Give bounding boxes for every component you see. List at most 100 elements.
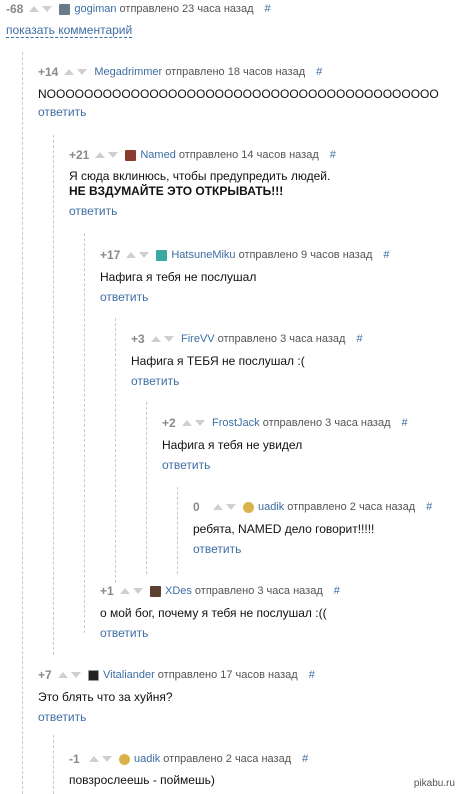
comment-author[interactable]: Named <box>140 149 175 161</box>
show-comments-link[interactable]: показать комментарий <box>6 23 133 38</box>
downvote-icon[interactable] <box>133 588 143 594</box>
upvote-icon[interactable] <box>126 252 137 258</box>
avatar[interactable] <box>88 669 99 681</box>
comment-header: +14 Megadrimmer отправлено 18 часов наза… <box>38 64 439 80</box>
comment-timestamp: отправлено 18 часов назад <box>165 66 306 78</box>
comment-timestamp: отправлено 9 часов назад <box>238 249 373 261</box>
thread-guide <box>146 402 147 574</box>
comment-timestamp: отправлено 17 часов назад <box>157 669 298 681</box>
comment-header: 0 uadik отправлено 2 часа назад # <box>193 499 432 515</box>
downvote-icon[interactable] <box>77 69 88 75</box>
comment: +1 XDes отправлено 3 часа назад # о мой … <box>100 583 340 640</box>
upvote-icon[interactable] <box>120 588 130 594</box>
avatar[interactable] <box>150 585 161 597</box>
comment: +2 FrostJack отправлено 3 часа назад # Н… <box>162 415 408 472</box>
reply-link[interactable]: ответить <box>162 458 408 472</box>
comment: +3 FireVV отправлено 3 часа назад # Нафи… <box>131 331 363 388</box>
avatar[interactable] <box>119 753 130 765</box>
comment-timestamp: отправлено 3 часа назад <box>262 417 391 429</box>
comment-author[interactable]: FrostJack <box>212 417 260 429</box>
comment-rating: +1 <box>100 584 114 598</box>
downvote-icon[interactable] <box>164 336 174 342</box>
comment-permalink[interactable]: # <box>356 333 362 345</box>
comment-permalink[interactable]: # <box>330 149 336 161</box>
avatar[interactable] <box>243 501 254 513</box>
comment: +17 HatsuneMiku отправлено 9 часов назад… <box>100 247 389 304</box>
thread-guide <box>177 487 178 574</box>
downvote-icon[interactable] <box>195 420 205 426</box>
reply-link[interactable]: ответить <box>38 710 315 724</box>
comment-text: Я сюда вклинюсь, чтобы предупредить люде… <box>69 169 336 199</box>
comment-rating: +3 <box>131 332 145 346</box>
comment-rating: +7 <box>38 668 52 682</box>
comment-rating: -1 <box>69 752 80 766</box>
comment-timestamp: отправлено 3 часа назад <box>217 333 346 345</box>
comment-author[interactable]: Megadrimmer <box>94 66 162 78</box>
comment-rating: +14 <box>38 65 59 79</box>
comment-author[interactable]: HatsuneMiku <box>171 249 235 261</box>
avatar[interactable] <box>156 249 168 261</box>
comment-header: +21 Named отправлено 14 часов назад # <box>69 147 336 163</box>
comment-permalink[interactable]: # <box>265 3 271 15</box>
comment-timestamp: отправлено 23 часа назад <box>119 3 254 15</box>
avatar[interactable] <box>125 149 137 161</box>
comment-timestamp: отправлено 3 часа назад <box>194 585 323 597</box>
comment-header: +17 HatsuneMiku отправлено 9 часов назад… <box>100 247 389 263</box>
downvote-icon[interactable] <box>139 252 150 258</box>
comment-header: +1 XDes отправлено 3 часа назад # <box>100 583 340 599</box>
reply-link[interactable]: ответить <box>100 626 340 640</box>
reply-link[interactable]: ответить <box>38 105 439 119</box>
comment-author[interactable]: uadik <box>134 753 160 765</box>
avatar[interactable] <box>59 3 71 15</box>
comment-author[interactable]: Vitaliander <box>103 669 155 681</box>
comment-header: +3 FireVV отправлено 3 часа назад # <box>131 331 363 347</box>
comment-author[interactable]: gogiman <box>74 3 116 15</box>
comment-header: -68 gogiman отправлено 23 часа назад # <box>6 1 271 17</box>
comment-author[interactable]: FireVV <box>181 333 215 345</box>
downvote-icon[interactable] <box>108 152 119 158</box>
comment-rating: +2 <box>162 416 176 430</box>
comment-permalink[interactable]: # <box>309 669 315 681</box>
comment-permalink[interactable]: # <box>402 417 408 429</box>
comment-text: NOOOOOOOOOOOOOOOOOOOOOOOOOOOOOOOOOOOOOOO… <box>38 87 439 101</box>
downvote-icon[interactable] <box>226 504 236 510</box>
comment-author[interactable]: uadik <box>258 501 284 513</box>
comment-permalink[interactable]: # <box>302 753 308 765</box>
upvote-icon[interactable] <box>151 336 161 342</box>
comment-rating: +21 <box>69 148 90 162</box>
reply-link[interactable]: ответить <box>69 204 336 218</box>
comment-rating: -68 <box>6 2 24 16</box>
reply-link[interactable]: ответить <box>193 542 432 556</box>
upvote-icon[interactable] <box>182 420 192 426</box>
upvote-icon[interactable] <box>64 69 75 75</box>
comment: +7 Vitaliander отправлено 17 часов назад… <box>38 667 315 724</box>
thread-guide <box>53 135 54 655</box>
comment-text-bold: НЕ ВЗДУМАЙТЕ ЭТО ОТКРЫВАТЬ!!! <box>69 184 284 198</box>
upvote-icon[interactable] <box>89 756 99 762</box>
upvote-icon[interactable] <box>29 6 40 12</box>
comment-permalink[interactable]: # <box>383 249 389 261</box>
watermark: pikabu.ru <box>413 778 455 789</box>
comment-header: +2 FrostJack отправлено 3 часа назад # <box>162 415 408 431</box>
comment: 0 uadik отправлено 2 часа назад # ребята… <box>193 499 432 556</box>
comment-permalink[interactable]: # <box>316 66 322 78</box>
comment: -1 uadik отправлено 2 часа назад # повзр… <box>69 751 308 788</box>
reply-link[interactable]: ответить <box>131 374 363 388</box>
upvote-icon[interactable] <box>213 504 223 510</box>
comment-text: о мой бог, почему я тебя не послушал :(( <box>100 606 327 620</box>
downvote-icon[interactable] <box>102 756 112 762</box>
downvote-icon[interactable] <box>71 672 81 678</box>
comment-permalink[interactable]: # <box>334 585 340 597</box>
comment-header: -1 uadik отправлено 2 часа назад # <box>69 751 308 767</box>
upvote-icon[interactable] <box>95 152 106 158</box>
downvote-icon[interactable] <box>42 6 53 12</box>
reply-link[interactable]: ответить <box>100 290 389 304</box>
upvote-icon[interactable] <box>58 672 68 678</box>
comment-author[interactable]: XDes <box>165 585 192 597</box>
comment-text-line: Я сюда вклинюсь, чтобы предупредить люде… <box>69 169 331 183</box>
comment-rating: +17 <box>100 248 121 262</box>
comment-timestamp: отправлено 14 часов назад <box>178 149 319 161</box>
thread-guide <box>53 735 54 794</box>
thread-guide <box>84 233 85 633</box>
comment-permalink[interactable]: # <box>426 501 432 513</box>
